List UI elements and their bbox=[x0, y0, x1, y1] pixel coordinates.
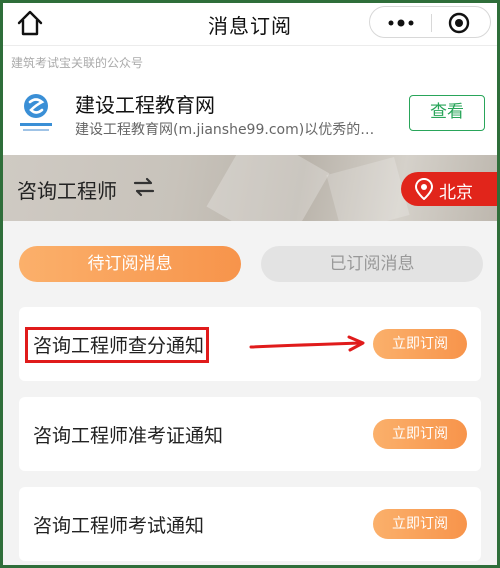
official-account-card[interactable]: 建设工程教育网 建设工程教育网(m.jianshe99.com)以优秀的… 查看 bbox=[3, 75, 497, 155]
more-dots-icon[interactable] bbox=[387, 17, 415, 29]
exam-category-title: 咨询工程师 bbox=[17, 179, 117, 203]
target-icon[interactable] bbox=[448, 12, 470, 34]
subscription-title: 咨询工程师查分通知 bbox=[33, 335, 205, 357]
banner-decoration bbox=[326, 156, 410, 221]
capsule-divider bbox=[431, 14, 432, 32]
subscription-card: 咨询工程师查分通知 立即订阅 bbox=[19, 307, 481, 381]
tab-subscribed-messages[interactable]: 已订阅消息 bbox=[261, 246, 483, 282]
subscription-card: 咨询工程师考试通知 立即订阅 bbox=[19, 487, 481, 561]
exam-banner: 咨询工程师 北京 bbox=[3, 155, 497, 221]
account-description: 建设工程教育网(m.jianshe99.com)以优秀的… bbox=[75, 122, 375, 138]
subscription-title: 咨询工程师准考证通知 bbox=[33, 425, 224, 447]
official-account-header: 建筑考试宝关联的公众号 bbox=[3, 45, 497, 75]
city-label: 北京 bbox=[439, 183, 473, 203]
account-name: 建设工程教育网 bbox=[75, 93, 215, 117]
app-frame: 消息订阅 建筑考试宝关联的公众号 建设工程教育网 建设工程教育网(m.jians… bbox=[3, 3, 497, 565]
tab-pending-messages[interactable]: 待订阅消息 bbox=[19, 246, 241, 282]
mini-program-capsule bbox=[369, 6, 491, 38]
banner-decoration bbox=[206, 155, 330, 221]
annotation-arrow-icon bbox=[249, 335, 365, 352]
account-logo-icon bbox=[20, 94, 52, 131]
view-account-button[interactable]: 查看 bbox=[409, 95, 485, 131]
location-pin-icon bbox=[415, 178, 433, 200]
subscription-title: 咨询工程师考试通知 bbox=[33, 515, 205, 537]
switch-arrows-icon[interactable] bbox=[133, 177, 155, 197]
subscribe-button[interactable]: 立即订阅 bbox=[373, 509, 467, 539]
official-account-header-text: 建筑考试宝关联的公众号 bbox=[11, 56, 144, 70]
subscription-card: 咨询工程师准考证通知 立即订阅 bbox=[19, 397, 481, 471]
nav-bar: 消息订阅 bbox=[3, 3, 497, 45]
subscribe-button[interactable]: 立即订阅 bbox=[373, 329, 467, 359]
city-selector-button[interactable]: 北京 bbox=[401, 172, 497, 206]
subscribe-button[interactable]: 立即订阅 bbox=[373, 419, 467, 449]
